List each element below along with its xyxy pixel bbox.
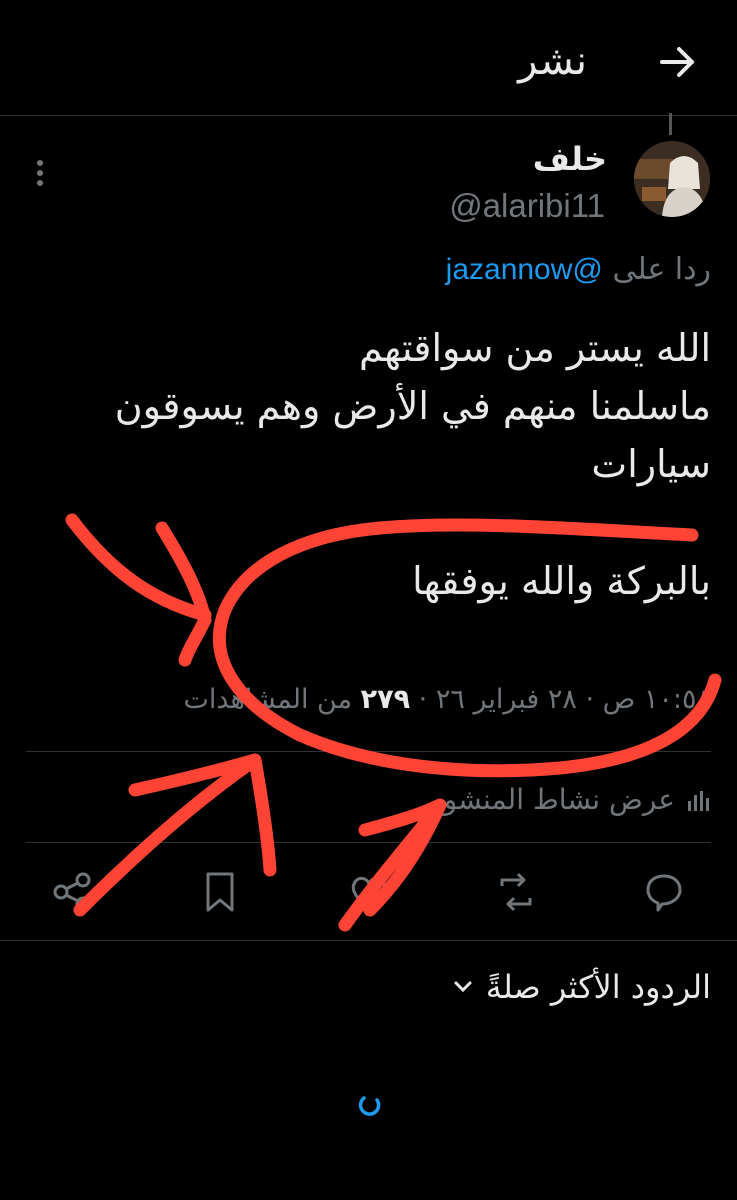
author-handle[interactable]: @alaribi11	[449, 187, 605, 225]
arrow-right-icon[interactable]	[656, 40, 700, 84]
reply-prefix: ردا على	[612, 252, 711, 287]
author-name[interactable]: خلف	[533, 140, 607, 178]
views-label: من المشاهدات	[183, 684, 361, 715]
post-activity-link[interactable]: عرض نشاط المنشور	[430, 783, 711, 816]
bookmark-icon[interactable]	[194, 866, 246, 918]
divider	[0, 940, 737, 941]
chevron-down-icon	[454, 981, 472, 993]
divider	[26, 842, 711, 843]
loading-spinner-icon	[358, 1096, 381, 1116]
bar-chart-icon	[688, 790, 709, 811]
share-icon[interactable]	[47, 866, 99, 918]
tweet-text: الله يستر من سواقتهم ماسلمنا منهم في الأ…	[51, 320, 711, 611]
reply-context: ردا على @jazannow	[446, 252, 711, 287]
timestamp[interactable]: ١٠:٥٨ ص · ٢٨ فبراير ٢٦ ·	[410, 684, 711, 715]
tweet-meta: ١٠:٥٨ ص · ٢٨ فبراير ٢٦ · ٢٧٩ من المشاهدا…	[183, 684, 711, 715]
reply-icon[interactable]	[638, 866, 690, 918]
thread-connector	[669, 113, 672, 135]
top-bar: نشر	[0, 0, 737, 116]
replies-sort-label: الردود الأكثر صلةً	[485, 968, 711, 1006]
post-activity-label: عرض نشاط المنشور	[430, 783, 675, 816]
divider	[26, 751, 711, 752]
more-vertical-icon[interactable]	[25, 155, 55, 195]
avatar[interactable]	[634, 141, 710, 217]
tweet-line: ماسلمنا منهم في الأرض وهم يسوقون سيارات	[114, 383, 711, 486]
reply-mention-link[interactable]: @jazannow	[446, 253, 603, 286]
tweet-line: الله يستر من سواقتهم	[359, 326, 711, 370]
retweet-icon[interactable]	[490, 866, 542, 918]
replies-sort-dropdown[interactable]: الردود الأكثر صلةً	[452, 968, 711, 1006]
like-icon[interactable]	[343, 866, 395, 918]
views-count: ٢٧٩	[360, 684, 411, 715]
page-title: نشر	[518, 38, 587, 84]
tweet-line: بالبركة والله يوفقها	[412, 559, 711, 604]
